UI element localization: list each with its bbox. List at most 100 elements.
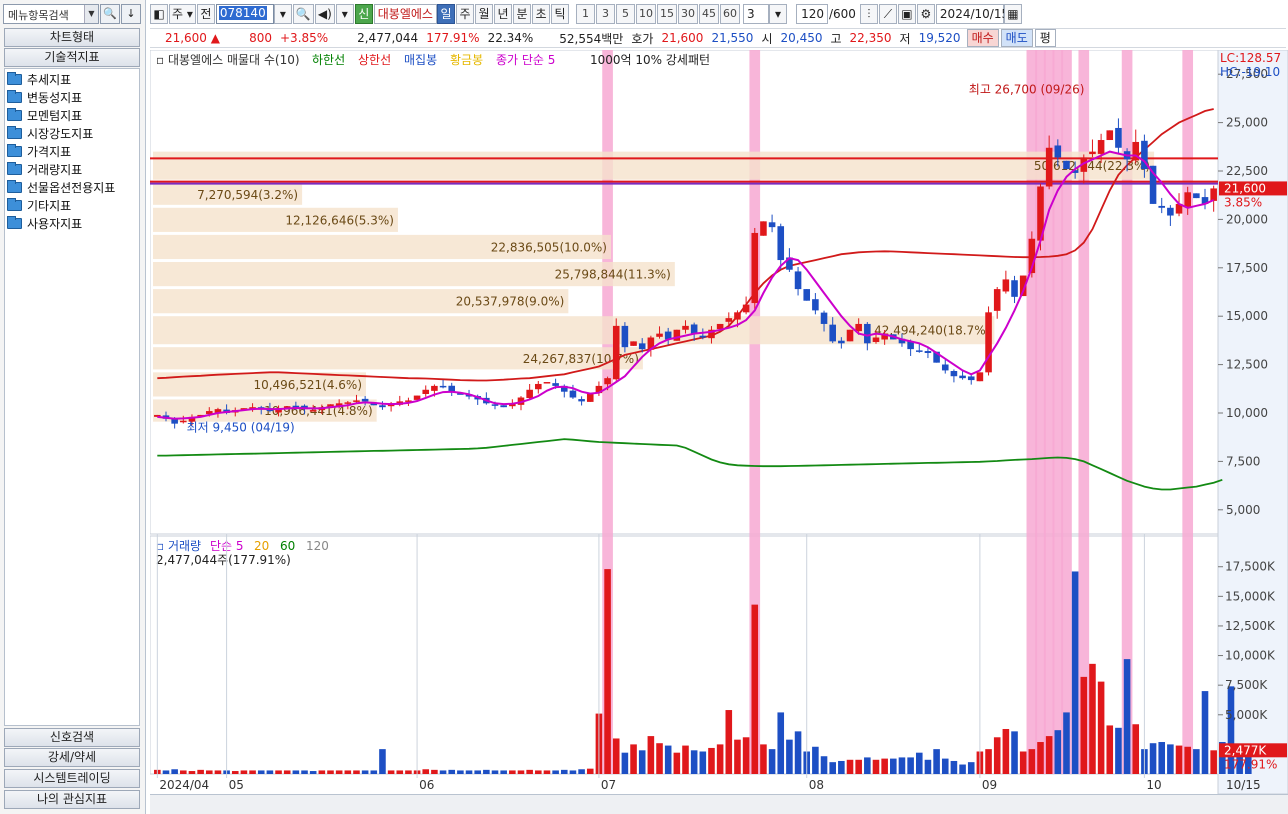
layout-icon[interactable]: ◧ [150, 4, 168, 24]
chevron-down-icon[interactable]: ▼ [84, 5, 98, 23]
x-axis-label: 06 [419, 778, 434, 792]
tree-item-trend[interactable]: 추세지표 [5, 70, 139, 88]
volume-bar [1115, 727, 1122, 774]
interval-3-button[interactable]: 3 [595, 4, 615, 24]
volume-bar [604, 569, 611, 774]
tree-item-user[interactable]: 사용자지표 [5, 214, 139, 232]
candle-body [950, 370, 958, 377]
stock-chart[interactable]: 50,612,144(22.3%) 7,270,594(3.2%) 12,126,6… [150, 50, 1288, 794]
tree-item-momentum[interactable]: 모멘텀지표 [5, 106, 139, 124]
interval-1-button[interactable]: 1 [575, 4, 595, 24]
volume-bar [483, 769, 490, 774]
my-indicators-button[interactable]: 나의 관심지표 [4, 790, 140, 809]
search-icon[interactable]: 🔍 [100, 4, 120, 24]
chart-canvas[interactable]: 50,612,144(22.3%)7,270,594(3.2%)12,126,6… [150, 50, 1288, 794]
candle-body [578, 399, 585, 402]
volume-bar [396, 770, 404, 774]
tree-item-price[interactable]: 가격지표 [5, 142, 139, 160]
interval-60-button[interactable]: 60 [719, 4, 740, 24]
tree-label: 변동성지표 [27, 90, 83, 105]
volume-axis-label: 15,000K [1225, 589, 1276, 603]
bar-count-input[interactable]: 120 [795, 4, 828, 24]
candle-body [864, 323, 871, 344]
interval-10-button[interactable]: 10 [635, 4, 656, 24]
gear-icon[interactable]: ⚙ [916, 4, 935, 24]
tab-chart-type[interactable]: 차트형태 [4, 28, 140, 47]
tree-item-futures-options[interactable]: 선물옵션전용지표 [5, 178, 139, 196]
volume-profile-bar [153, 151, 1155, 180]
bull-bear-button[interactable]: 강세/약세 [4, 748, 140, 767]
calendar-icon[interactable]: ▦ [1003, 4, 1022, 24]
chart-legend-item: 하한선 [312, 53, 345, 67]
candle-body [699, 335, 707, 338]
candle-body [985, 312, 992, 373]
prev-button[interactable]: 전 [196, 4, 215, 24]
speaker-icon[interactable]: ◀) [314, 4, 335, 24]
candle-body [656, 333, 663, 337]
volume-bar [1097, 681, 1105, 774]
date-input[interactable]: 2024/10/15 [935, 4, 1009, 24]
volume-bar [898, 757, 906, 774]
candle-body [1011, 280, 1018, 297]
tree-item-volatility[interactable]: 변동성지표 [5, 88, 139, 106]
price-change: 800 [249, 31, 272, 45]
period-second-button[interactable]: 초 [531, 4, 550, 24]
unit-dropdown-icon[interactable]: ▾ [768, 4, 787, 24]
candle-body [1106, 130, 1114, 141]
volume-bar [231, 771, 239, 774]
new-listing-badge: 신 [354, 4, 373, 24]
tree-label: 사용자지표 [27, 216, 83, 231]
period-week-button[interactable]: 주 [455, 4, 474, 24]
volume-bar [941, 758, 949, 774]
menu-search-input[interactable]: 메뉴항목검색 ▼ [3, 4, 99, 24]
period-tick-button[interactable]: 틱 [550, 4, 569, 24]
tree-item-volume[interactable]: 거래량지표 [5, 160, 139, 178]
volume-axis-label: 7,500K [1225, 678, 1268, 692]
interval-30-button[interactable]: 30 [677, 4, 698, 24]
interval-45-button[interactable]: 45 [698, 4, 719, 24]
tree-label: 모멘텀지표 [27, 108, 83, 123]
tree-item-market-strength[interactable]: 시장강도지표 [5, 124, 139, 142]
volume-bar [1071, 571, 1079, 774]
ask-price: 21,600 [661, 31, 704, 45]
volume-bar [188, 771, 196, 774]
search-icon[interactable]: 🔍 [292, 4, 314, 24]
volume-bar [890, 758, 897, 774]
period-minute-button[interactable]: 분 [512, 4, 531, 24]
buy-button[interactable]: 매수 [966, 29, 999, 47]
code-dropdown-icon[interactable]: ▾ [273, 4, 292, 24]
arrow-down-icon[interactable]: ↓ [121, 4, 141, 24]
volume: 2,477,044 [357, 31, 419, 45]
high-price: 22,350 [849, 31, 892, 45]
line-tool-icon[interactable]: ⟋ [878, 4, 897, 24]
sell-button[interactable]: 매도 [1000, 29, 1033, 47]
folder-icon [7, 179, 22, 193]
period-year-button[interactable]: 년 [493, 4, 512, 24]
tree-item-other[interactable]: 기타지표 [5, 196, 139, 214]
period-month-button[interactable]: 월 [474, 4, 493, 24]
system-trading-button[interactable]: 시스템트레이딩 [4, 769, 140, 788]
volume-bar [1193, 749, 1200, 774]
volume-bar [491, 770, 499, 774]
quote-bar: 21,600 ▲ 800 +3.85% 2,477,044 177.91% 22… [150, 28, 1286, 48]
volume-bar [725, 710, 733, 774]
candle-body [915, 350, 923, 352]
candle-body [586, 393, 594, 402]
interval-15-button[interactable]: 15 [656, 4, 677, 24]
speaker-dropdown-icon[interactable]: ▾ [335, 4, 354, 24]
unit-input[interactable]: 3 [742, 4, 769, 24]
stock-code-input[interactable]: 078140 [215, 4, 274, 24]
volume-bar [431, 769, 438, 774]
interval-5-button[interactable]: 5 [615, 4, 635, 24]
chart-scrollbar[interactable] [150, 794, 1288, 814]
eval-button[interactable]: 평 [1034, 29, 1056, 47]
market-type-select[interactable]: 주 ▾ [169, 4, 196, 24]
save-icon[interactable]: ▣ [897, 4, 916, 24]
last-date-label: 10/15 [1226, 778, 1261, 792]
candle-icon[interactable]: ⫶ [859, 4, 878, 24]
tab-technical-indicator[interactable]: 기술적지표 [4, 48, 140, 67]
volume-profile-label: 7,270,594(3.2%) [197, 188, 298, 202]
period-day-button[interactable]: 일 [436, 4, 455, 24]
signal-search-button[interactable]: 신호검색 [4, 728, 140, 747]
volume-bar [630, 744, 637, 774]
